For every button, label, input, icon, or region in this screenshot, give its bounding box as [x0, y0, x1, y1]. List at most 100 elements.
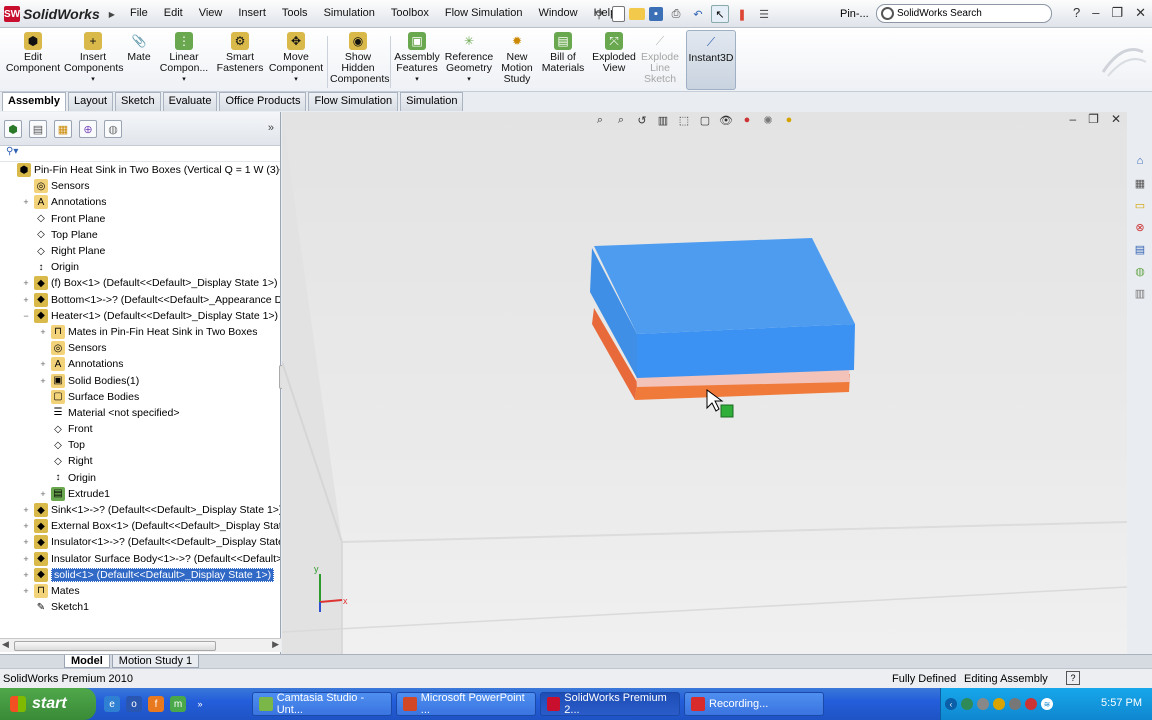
taskbar-solidworks[interactable]: SolidWorks Premium 2...	[540, 692, 680, 716]
tree-expander-icon[interactable]: +	[21, 278, 31, 288]
scroll-right-icon[interactable]: ▶	[272, 639, 279, 650]
start-button[interactable]: start	[0, 688, 96, 720]
firefox-icon[interactable]: f	[148, 696, 164, 712]
assembly-features-button[interactable]: ▣ Assembly Features ▾	[393, 32, 441, 85]
close-button[interactable]: ✕	[1135, 5, 1146, 21]
tree-item[interactable]: ◇ Front Plane	[0, 211, 280, 227]
feature-manager-tab-icon[interactable]: ⬢	[4, 120, 22, 138]
exploded-view-button[interactable]: ⤧ Exploded View	[589, 32, 639, 74]
tree-item[interactable]: ◇ Right Plane	[0, 243, 280, 259]
tree-item[interactable]: + ⊓ Mates	[0, 583, 280, 599]
open-folder-icon[interactable]	[629, 8, 645, 20]
tab-evaluate[interactable]: Evaluate	[162, 92, 218, 111]
options-icon[interactable]: ☰	[755, 5, 773, 23]
tree-item[interactable]: ↕ Origin	[0, 259, 280, 275]
tree-expander-icon[interactable]: +	[38, 376, 48, 386]
tree-item[interactable]: + ◆ External Box<1> (Default<<Default>_Dis…	[0, 518, 280, 534]
tree-item[interactable]: + ▤ Extrude1	[0, 486, 280, 502]
undo-icon[interactable]: ↶	[689, 5, 707, 23]
tree-item[interactable]: ↕ Origin	[0, 470, 280, 486]
tree-expander-icon[interactable]: +	[21, 586, 31, 596]
tree-item[interactable]: + ◆ Bottom<1>->? (Default<<Default>_Appear…	[0, 292, 280, 308]
tree-expander-icon[interactable]: +	[38, 327, 48, 337]
home-icon[interactable]: ⌂	[1131, 152, 1149, 170]
rebuild-icon[interactable]: ❚	[733, 5, 751, 23]
menu-edit[interactable]: Edit	[156, 7, 191, 19]
tree-filter[interactable]: ⚲▾	[0, 146, 280, 162]
tree-item[interactable]: ◇ Right	[0, 453, 280, 469]
tree-item[interactable]: + ◆ Insulator<1>->? (Default<<Default>_Dis…	[0, 534, 280, 550]
tab-model[interactable]: Model	[64, 655, 110, 668]
menu-flow-simulation[interactable]: Flow Simulation	[437, 7, 531, 19]
panel-horizontal-scrollbar[interactable]: ◀ ▶	[0, 638, 281, 652]
design-library-icon[interactable]: ▦	[1131, 174, 1149, 192]
smart-fasteners-button[interactable]: ⚙ Smart Fasteners	[214, 32, 266, 74]
tree-item[interactable]: ◎ Sensors	[0, 178, 280, 194]
tree-expander-icon[interactable]: +	[21, 521, 31, 531]
ie-icon[interactable]: e	[104, 696, 120, 712]
tree-item[interactable]: + ◆ (f) Box<1> (Default<<Default>_Display …	[0, 275, 280, 291]
configuration-manager-tab-icon[interactable]: ▦	[54, 120, 72, 138]
tree-expander-icon[interactable]: +	[38, 489, 48, 499]
new-document-icon[interactable]	[612, 6, 625, 22]
tab-assembly[interactable]: Assembly	[2, 92, 66, 111]
tree-item[interactable]: ◇ Front	[0, 421, 280, 437]
select-icon[interactable]: ↖	[711, 5, 729, 23]
search-input[interactable]: SolidWorks Search	[876, 4, 1052, 23]
taskbar-camtasia[interactable]: Camtasia Studio - Unt...	[252, 692, 392, 716]
mate-button[interactable]: 📎 Mate	[124, 32, 154, 63]
tree-item[interactable]: + ◆ Insulator Surface Body<1>->? (Default<…	[0, 551, 280, 567]
tree-expander-icon[interactable]: +	[21, 197, 31, 207]
tab-flow-simulation[interactable]: Flow Simulation	[308, 92, 399, 111]
selection-handle[interactable]	[720, 404, 734, 418]
taskbar-recording[interactable]: Recording...	[684, 692, 824, 716]
tree-expander-icon[interactable]: +	[38, 359, 48, 369]
tray-wifi-icon[interactable]: ≋	[1041, 698, 1053, 710]
logo-menu-arrow-icon[interactable]: ▶	[109, 10, 115, 19]
tree-expander-icon[interactable]: +	[21, 295, 31, 305]
menu-insert[interactable]: Insert	[230, 7, 274, 19]
edit-component-button[interactable]: ⬢ Edit Component	[4, 32, 62, 74]
menu-view[interactable]: View	[191, 7, 231, 19]
tab-layout[interactable]: Layout	[67, 92, 114, 111]
reference-geometry-button[interactable]: ✳ Reference Geometry ▾	[443, 32, 495, 85]
tree-item[interactable]: ☰ Material <not specified>	[0, 405, 280, 421]
instant3d-button[interactable]: ⟋ Instant3D	[686, 30, 736, 90]
dimxpert-tab-icon[interactable]: ⊕	[79, 120, 97, 138]
tab-simulation[interactable]: Simulation	[400, 92, 464, 111]
view-palette-icon[interactable]: ▤	[1131, 240, 1149, 258]
tree-expander-icon[interactable]: −	[21, 311, 31, 321]
tray-network-icon[interactable]	[961, 698, 973, 710]
tree-item[interactable]: − ◆ Heater<1> (Default<<Default>_Display S…	[0, 308, 280, 324]
menu-tools[interactable]: Tools	[274, 7, 316, 19]
tree-expander-icon[interactable]: +	[21, 570, 31, 580]
bill-of-materials-button[interactable]: ▤ Bill of Materials	[539, 32, 587, 74]
panel-expand-icon[interactable]: »	[268, 122, 274, 134]
tray-alert-icon[interactable]	[1025, 698, 1037, 710]
scroll-left-icon[interactable]: ◀	[2, 639, 9, 650]
tray-update-icon[interactable]	[993, 698, 1005, 710]
menu-file[interactable]: File	[122, 7, 156, 19]
tree-item[interactable]: ⬢ Pin-Fin Heat Sink in Two Boxes (Vertica…	[0, 162, 280, 178]
move-component-button[interactable]: ✥ Move Component ▾	[268, 32, 324, 85]
linear-pattern-button[interactable]: ⋮ Linear Compon... ▾	[156, 32, 212, 85]
custom-properties-icon[interactable]: ▥	[1131, 284, 1149, 302]
tree-expander-icon[interactable]: +	[21, 505, 31, 515]
tree-item[interactable]: ✎ Sketch1	[0, 599, 280, 615]
save-icon[interactable]: ▪	[649, 7, 663, 21]
property-manager-tab-icon[interactable]: ▤	[29, 120, 47, 138]
tree-item[interactable]: + ◆ solid<1> (Default<<Default>_Display St…	[0, 567, 280, 583]
show-hidden-button[interactable]: ◉ Show Hidden Components	[330, 32, 390, 85]
tree-item[interactable]: ◇ Top Plane	[0, 227, 280, 243]
file-explorer-icon[interactable]: ▭	[1131, 196, 1149, 214]
tree-item[interactable]: ▢ Surface Bodies	[0, 389, 280, 405]
insert-components-button[interactable]: + Insert Components ▾	[64, 32, 124, 85]
app-logo[interactable]: SW SolidWorks ▶	[4, 5, 115, 23]
tree-item[interactable]: + ◆ Sink<1>->? (Default<<Default>_Display …	[0, 502, 280, 518]
tray-expand-icon[interactable]: ‹	[945, 698, 957, 710]
help-icon[interactable]: ?	[1073, 5, 1080, 21]
tree-expander-icon[interactable]: +	[21, 537, 31, 547]
graphics-viewport[interactable]: ⌕ ⌕ ↺ ▥ ⬚ ▢ 👁 ● ✺ ● – ❐ ✕ x y	[282, 112, 1127, 654]
new-motion-study-button[interactable]: ✹ New Motion Study	[497, 32, 537, 85]
tree-item[interactable]: + A Annotations	[0, 194, 280, 210]
